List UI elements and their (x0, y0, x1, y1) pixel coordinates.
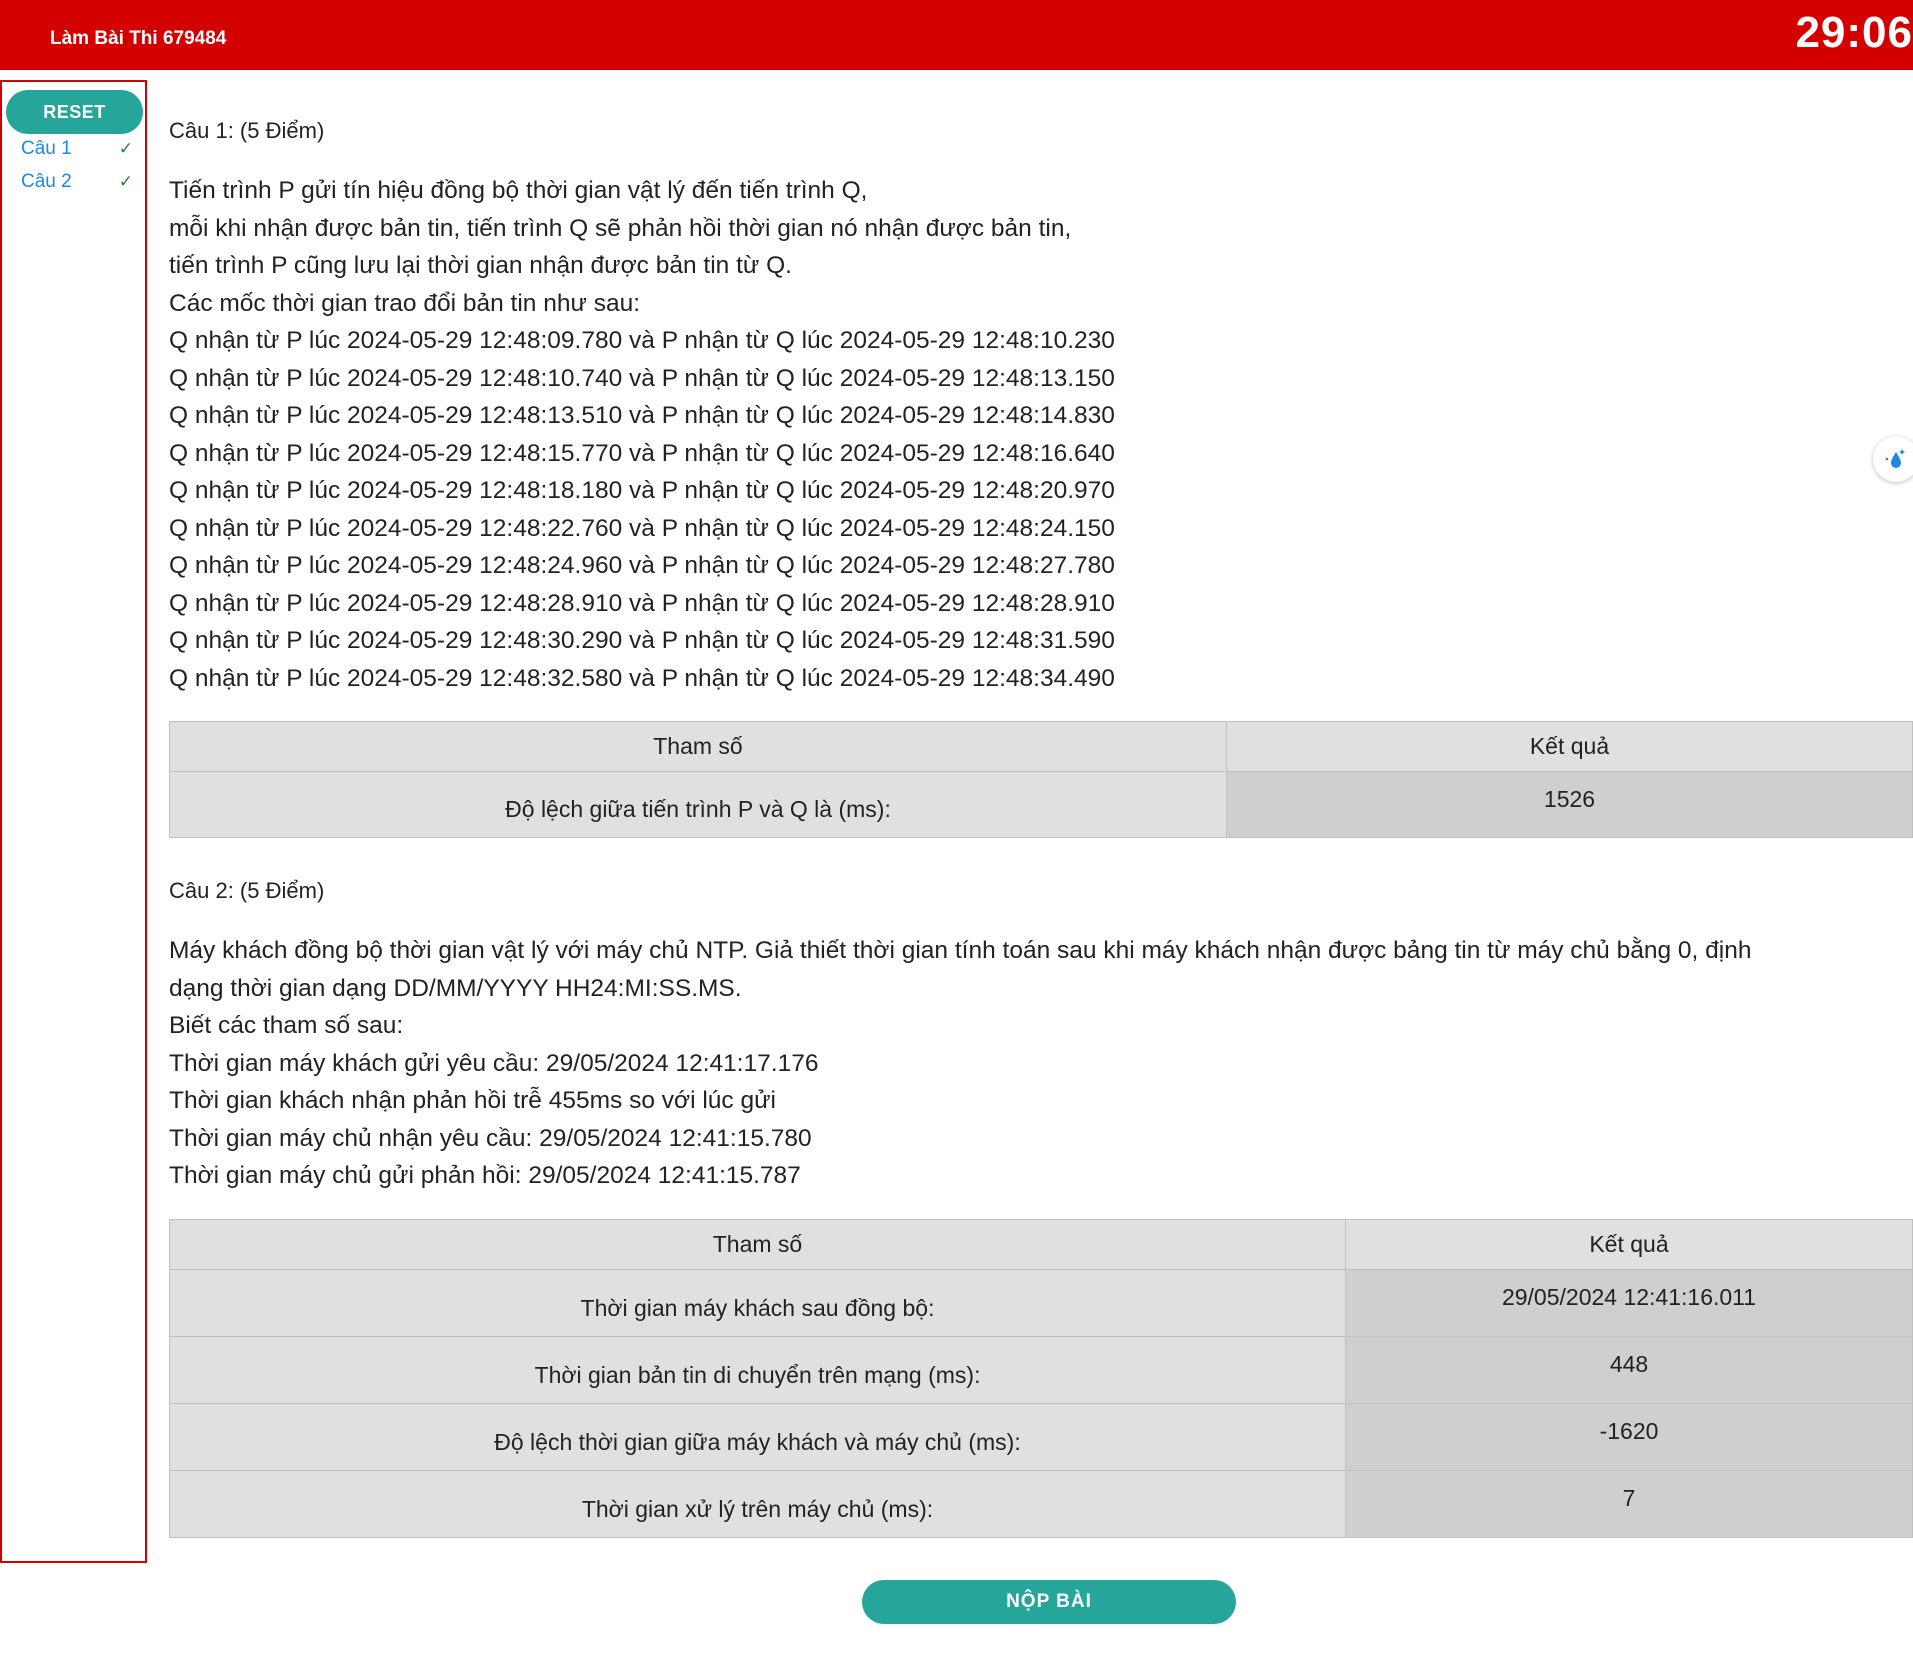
answer-input[interactable]: 7 (1345, 1469, 1913, 1538)
question-line: Q nhận từ P lúc 2024-05-29 12:48:09.780 … (169, 327, 1115, 354)
table-row: Thời gian xử lý trên máy chủ (ms): 7 (169, 1469, 1913, 1538)
table-header: Kết quả (1226, 721, 1913, 772)
question-line: Các mốc thời gian trao đổi bản tin như s… (169, 289, 641, 317)
question-line: mỗi khi nhận được bản tin, tiến trình Q … (169, 214, 1072, 242)
question-line: Q nhận từ P lúc 2024-05-29 12:48:28.910 … (169, 589, 1115, 617)
table-header: Tham số (169, 721, 1227, 772)
param-label: Độ lệch giữa tiến trình P và Q là (ms): (169, 771, 1227, 838)
answer-table-1: Tham số Kết quả Độ lệch giữa tiến trình … (169, 721, 1913, 838)
answer-input[interactable]: 448 (1345, 1335, 1913, 1404)
question-2: Câu 2: (5 Điểm) Máy khách đồng bộ thời g… (169, 878, 1913, 1538)
question-line: Thời gian máy khách gửi yêu cầu: 29/05/2… (169, 1049, 819, 1077)
question-line: Thời gian máy chủ nhận yêu cầu: 29/05/20… (169, 1124, 812, 1152)
table-row: Thời gian máy khách sau đồng bộ: 29/05/2… (169, 1268, 1913, 1337)
top-bar: Làm Bài Thi 679484 29:06 (0, 0, 1913, 70)
question-line: Q nhận từ P lúc 2024-05-29 12:48:30.290 … (169, 627, 1115, 654)
question-line: Thời gian máy chủ gửi phản hồi: 29/05/20… (169, 1162, 801, 1189)
param-label: Thời gian xử lý trên máy chủ (ms): (169, 1469, 1346, 1538)
question-line: Q nhận từ P lúc 2024-05-29 12:48:32.580 … (169, 664, 1115, 692)
question-line: Tiến trình P gửi tín hiệu đồng bộ thời g… (169, 177, 868, 204)
question-line: Biết các tham số sau: (169, 1012, 404, 1039)
floating-widget-button[interactable] (1873, 436, 1913, 482)
table-row: Độ lệch thời gian giữa máy khách và máy … (169, 1402, 1913, 1471)
question-line: Q nhận từ P lúc 2024-05-29 12:48:18.180 … (169, 477, 1115, 504)
question-line: Q nhận từ P lúc 2024-05-29 12:48:13.510 … (169, 402, 1115, 429)
question-line: Q nhận từ P lúc 2024-05-29 12:48:10.740 … (169, 364, 1115, 392)
param-label: Độ lệch thời gian giữa máy khách và máy … (169, 1402, 1346, 1471)
question-line: tiến trình P cũng lưu lại thời gian nhận… (169, 252, 792, 279)
table-header: Kết quả (1345, 1218, 1913, 1270)
question-line: Q nhận từ P lúc 2024-05-29 12:48:24.960 … (169, 552, 1115, 579)
sparkle-drop-icon (1885, 449, 1905, 468)
param-label: Thời gian bản tin di chuyển trên mạng (m… (169, 1335, 1346, 1404)
question-heading: Câu 1: (5 Điểm) (169, 118, 325, 143)
question-line: Q nhận từ P lúc 2024-05-29 12:48:15.770 … (169, 439, 1115, 467)
countdown-timer: 29:06 (1795, 8, 1913, 57)
question-text: Tiến trình P gửi tín hiệu đồng bộ thời g… (169, 172, 1913, 697)
question-line: Q nhận từ P lúc 2024-05-29 12:48:22.760 … (169, 514, 1115, 542)
reset-button[interactable]: RESET (6, 90, 143, 134)
table-header: Tham số (169, 1218, 1346, 1270)
table-row: Độ lệch giữa tiến trình P và Q là (ms): … (169, 771, 1913, 838)
answer-input[interactable]: -1620 (1345, 1402, 1913, 1471)
question-line: Thời gian khách nhận phản hồi trễ 455ms … (169, 1087, 776, 1114)
sidebar-item-cau-2[interactable]: Câu 2 ✓ (21, 169, 133, 195)
sidebar-item-label: Câu 1 (21, 138, 72, 159)
question-1: Câu 1: (5 Điểm) Tiến trình P gửi tín hiệ… (169, 118, 1913, 838)
question-line: dạng thời gian dạng DD/MM/YYYY HH24:MI:S… (169, 974, 742, 1002)
sidebar-item-label: Câu 2 (21, 171, 72, 192)
table-row: Thời gian bản tin di chuyển trên mạng (m… (169, 1335, 1913, 1404)
answer-table-2: Tham số Kết quả Thời gian máy khách sau … (169, 1218, 1913, 1538)
question-heading: Câu 2: (5 Điểm) (169, 878, 325, 903)
check-icon: ✓ (118, 139, 133, 158)
exam-title: Làm Bài Thi 679484 (50, 28, 227, 49)
sidebar-item-cau-1[interactable]: Câu 1 ✓ (21, 136, 133, 162)
check-icon: ✓ (118, 172, 133, 191)
question-sidebar: RESET Câu 1 ✓ Câu 2 ✓ (0, 80, 147, 1563)
param-label: Thời gian máy khách sau đồng bộ: (169, 1268, 1346, 1337)
submit-button[interactable]: NỘP BÀI (862, 1580, 1236, 1624)
main-content: Câu 1: (5 Điểm) Tiến trình P gửi tín hiệ… (169, 118, 1913, 1538)
answer-input[interactable]: 1526 (1226, 771, 1913, 838)
question-text: Máy khách đồng bộ thời gian vật lý với m… (169, 932, 1913, 1195)
question-line: Máy khách đồng bộ thời gian vật lý với m… (169, 937, 1752, 964)
answer-input[interactable]: 29/05/2024 12:41:16.011 (1345, 1268, 1913, 1337)
